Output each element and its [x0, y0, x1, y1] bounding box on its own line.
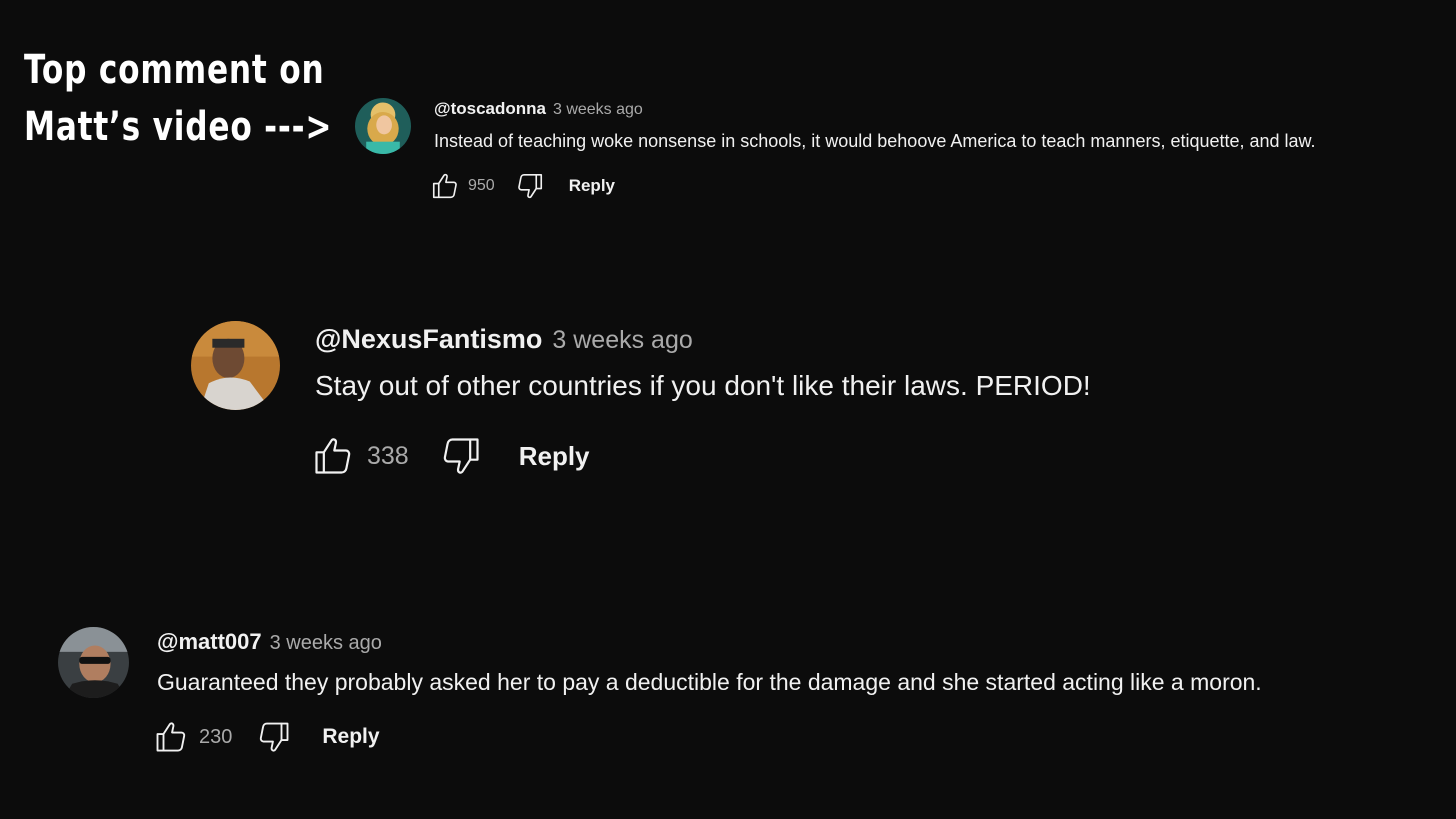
reply-button[interactable]: Reply	[569, 176, 615, 196]
avatar-image	[191, 321, 280, 410]
comment-author[interactable]: @matt007	[157, 629, 262, 655]
like-count: 230	[199, 725, 233, 748]
avatar-image	[355, 98, 411, 154]
avatar-image	[58, 627, 129, 698]
comment-author[interactable]: @toscadonna	[434, 99, 546, 119]
annotation-line-2: Matt’s video --->	[24, 104, 333, 150]
thumbs-up-icon[interactable]	[311, 434, 355, 478]
comment-timestamp[interactable]: 3 weeks ago	[552, 326, 692, 355]
comment-timestamp[interactable]: 3 weeks ago	[270, 632, 382, 655]
thumbs-down-icon[interactable]	[439, 434, 483, 478]
like-count: 950	[468, 177, 495, 194]
reply-button[interactable]: Reply	[322, 725, 379, 749]
comment-timestamp[interactable]: 3 weeks ago	[553, 101, 643, 119]
comment-text: Stay out of other countries if you don't…	[315, 370, 1091, 401]
avatar[interactable]	[355, 98, 411, 154]
annotation-label: Top comment on Matt’s video --->	[24, 42, 332, 156]
reply-button[interactable]: Reply	[519, 441, 590, 472]
avatar[interactable]	[58, 627, 129, 698]
avatar[interactable]	[191, 321, 280, 410]
thumbs-down-icon[interactable]	[256, 719, 292, 755]
thumbs-down-icon[interactable]	[515, 171, 545, 201]
comment-author[interactable]: @NexusFantismo	[315, 324, 542, 355]
comment-text: Guaranteed they probably asked her to pa…	[157, 669, 1262, 695]
annotation-line-1: Top comment on	[24, 47, 325, 93]
thumbs-up-icon[interactable]	[430, 171, 460, 201]
thumbs-up-icon[interactable]	[153, 719, 189, 755]
comment-text: Instead of teaching woke nonsense in sch…	[434, 131, 1316, 151]
like-count: 338	[367, 441, 409, 470]
